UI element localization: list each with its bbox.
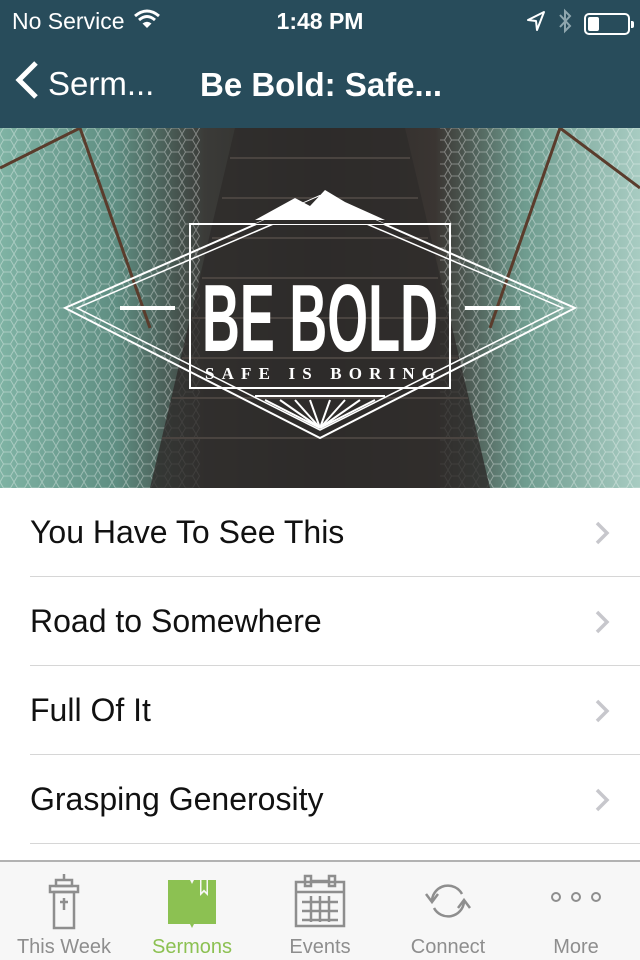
tab-sermons[interactable]: Sermons	[128, 862, 256, 960]
chevron-right-icon	[594, 698, 610, 729]
tab-label: Events	[289, 936, 351, 958]
series-banner-image: BE BOLD SAFE IS BORING	[0, 128, 640, 488]
location-arrow-icon	[526, 10, 546, 37]
tab-label: Sermons	[151, 936, 233, 958]
sync-icon	[420, 872, 476, 930]
header: No Service 1:48 PM Serm... Be Bold: Safe	[0, 0, 640, 128]
back-label: Serm...	[48, 65, 155, 102]
status-right	[526, 8, 634, 39]
chevron-right-icon	[594, 609, 610, 640]
page-title: Be Bold: Safe...	[200, 66, 443, 103]
back-button[interactable]: Serm...	[14, 60, 154, 108]
book-icon	[164, 872, 220, 930]
tab-more[interactable]: More	[512, 862, 640, 960]
list-item[interactable]: Road to Somewhere	[0, 577, 640, 666]
sermon-list: You Have To See This Road to Somewhere F…	[0, 488, 640, 844]
tab-events[interactable]: Events	[256, 862, 384, 960]
list-item-label: Grasping Generosity	[30, 781, 324, 817]
tab-label: More	[553, 936, 599, 958]
more-dots-icon	[548, 872, 604, 930]
battery-icon	[584, 12, 634, 35]
battery-fill	[588, 16, 599, 31]
tab-connect[interactable]: Connect	[384, 862, 512, 960]
tab-bar: This Week Sermons Events Connect More	[0, 860, 640, 960]
banner-title: BE BOLD	[202, 265, 438, 372]
status-bar: No Service 1:48 PM	[0, 0, 640, 40]
navigation-bar: Serm... Be Bold: Safe...	[0, 40, 640, 128]
chevron-right-icon	[594, 787, 610, 818]
list-item-label: Road to Somewhere	[30, 603, 322, 639]
list-item[interactable]: Full Of It	[0, 666, 640, 755]
pulpit-icon	[36, 872, 92, 930]
tab-this-week[interactable]: This Week	[0, 862, 128, 960]
tab-label: This Week	[16, 936, 112, 958]
chevron-right-icon	[594, 520, 610, 551]
calendar-icon	[292, 872, 348, 930]
tab-label: Connect	[410, 936, 486, 958]
list-item[interactable]: Grasping Generosity	[0, 755, 640, 844]
list-item-label: You Have To See This	[30, 514, 345, 550]
chevron-left-icon	[14, 60, 40, 108]
list-item-label: Full Of It	[30, 692, 151, 728]
list-item[interactable]: You Have To See This	[0, 488, 640, 577]
bluetooth-icon	[558, 8, 572, 39]
banner-artwork: BE BOLD SAFE IS BORING	[0, 128, 640, 488]
